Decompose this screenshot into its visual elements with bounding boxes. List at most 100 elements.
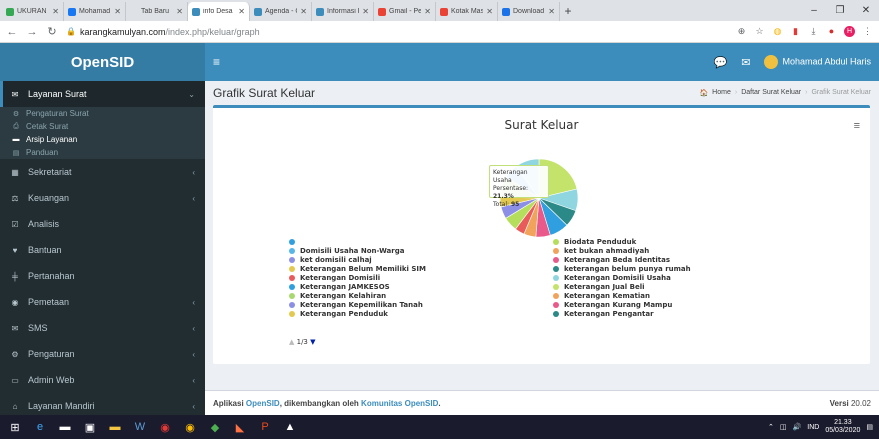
star-icon[interactable]: ☆ bbox=[754, 26, 765, 37]
sidebar-item-sekretariat[interactable]: ▦ Sekretariat ‹ bbox=[0, 159, 205, 185]
pager-up-icon[interactable]: ▲ bbox=[289, 338, 294, 346]
legend-item[interactable]: Keterangan JAMKESOS bbox=[289, 282, 426, 291]
sidebar-item-analisis[interactable]: ☑ Analisis bbox=[0, 211, 205, 237]
url-field[interactable]: 🔒 karangkamulyan.com/index.php/keluar/gr… bbox=[66, 27, 728, 37]
legend-item[interactable]: Keterangan Kepemilikan Tanah bbox=[289, 300, 426, 309]
browser-tab[interactable]: Kotak Mas ✕ bbox=[436, 2, 498, 21]
legend-item[interactable]: Keterangan Pengantar bbox=[553, 309, 691, 318]
extension-icon[interactable]: ◍ bbox=[772, 26, 783, 37]
browser-tab[interactable]: Mohamad ✕ bbox=[64, 2, 126, 21]
opera-icon[interactable]: ◉ bbox=[156, 419, 174, 435]
legend-item[interactable]: Biodata Penduduk bbox=[553, 237, 691, 246]
tab-label: Tab Baru bbox=[141, 8, 170, 15]
browser-tab[interactable]: Agenda - C ✕ bbox=[250, 2, 312, 21]
language-indicator[interactable]: IND bbox=[807, 424, 819, 431]
user-menu[interactable]: Mohamad Abdul Haris bbox=[764, 55, 871, 69]
extension-icon[interactable]: ▮ bbox=[790, 26, 801, 37]
photos-icon[interactable]: ▲ bbox=[281, 419, 299, 435]
legend-item[interactable]: ket domisili calhaj bbox=[289, 255, 426, 264]
legend-item[interactable] bbox=[289, 237, 426, 246]
pager-down-icon[interactable]: ▼ bbox=[310, 338, 315, 346]
reload-icon[interactable]: ↻ bbox=[46, 25, 58, 38]
browser-tab[interactable]: Informasi P ✕ bbox=[312, 2, 374, 21]
word-icon[interactable]: W bbox=[131, 419, 149, 435]
sidebar-item-bantuan[interactable]: ♥ Bantuan bbox=[0, 237, 205, 263]
breadcrumb-home[interactable]: Home bbox=[712, 89, 731, 97]
chrome-icon[interactable]: ◉ bbox=[181, 419, 199, 435]
forward-icon[interactable]: → bbox=[26, 26, 38, 38]
tray-chevron-icon[interactable]: ⌃ bbox=[768, 423, 774, 431]
footer-app-link[interactable]: OpenSID bbox=[246, 399, 280, 408]
tab-close-icon[interactable]: ✕ bbox=[300, 7, 307, 16]
new-tab-button[interactable]: + bbox=[560, 2, 576, 21]
windows-start-icon[interactable]: ⊞ bbox=[6, 419, 24, 435]
restore-icon[interactable]: ❐ bbox=[827, 5, 853, 16]
volume-icon[interactable]: 🔊 bbox=[793, 423, 802, 431]
folder-icon[interactable]: ▬ bbox=[56, 419, 74, 435]
sidebar-item-pengaturan[interactable]: ⚙ Pengaturan ‹ bbox=[0, 341, 205, 367]
download-icon[interactable]: ⤓ bbox=[808, 26, 819, 37]
tab-close-icon[interactable]: ✕ bbox=[486, 7, 493, 16]
submenu-item-pengaturan-surat[interactable]: ⚙ Pengaturan Surat bbox=[0, 107, 205, 120]
legend-item[interactable]: Keterangan Belum Memiliki SIM bbox=[289, 264, 426, 273]
tab-close-icon[interactable]: ✕ bbox=[52, 7, 59, 16]
explorer-icon[interactable]: ▬ bbox=[106, 419, 124, 435]
legend-item[interactable]: Keterangan Kelahiran bbox=[289, 291, 426, 300]
sidebar-item-layanan-surat[interactable]: ✉ Layanan Surat ⌄ bbox=[0, 81, 205, 107]
comment-icon[interactable]: 💬 bbox=[714, 56, 728, 69]
more-icon[interactable]: ⋮ bbox=[862, 26, 873, 37]
app-icon[interactable]: ◆ bbox=[206, 419, 224, 435]
tab-close-icon[interactable]: ✕ bbox=[114, 7, 121, 16]
legend-item[interactable]: Keterangan Kurang Mampu bbox=[553, 300, 691, 309]
sidebar-toggle-icon[interactable]: ≡ bbox=[213, 55, 220, 69]
legend-item[interactable]: Domisili Usaha Non-Warga bbox=[289, 246, 426, 255]
clock[interactable]: 21.33 05/03/2020 bbox=[825, 419, 860, 435]
legend-item[interactable]: Keterangan Jual Beli bbox=[553, 282, 691, 291]
browser-tab[interactable]: Download ✕ bbox=[498, 2, 560, 21]
extension-icon[interactable]: ● bbox=[826, 26, 837, 37]
close-window-icon[interactable]: ✕ bbox=[853, 5, 879, 16]
window-controls: – ❐ ✕ bbox=[801, 0, 879, 21]
url-path: /index.php/keluar/graph bbox=[165, 26, 260, 37]
sidebar-item-admin-web[interactable]: ▭ Admin Web ‹ bbox=[0, 367, 205, 393]
tab-close-icon[interactable]: ✕ bbox=[424, 7, 431, 16]
legend-item[interactable]: Keterangan Domisili Usaha bbox=[553, 273, 691, 282]
tab-close-icon[interactable]: ✕ bbox=[176, 7, 183, 16]
tab-close-icon[interactable]: ✕ bbox=[362, 7, 369, 16]
store-icon[interactable]: ▣ bbox=[81, 419, 99, 435]
footer-community-link[interactable]: Komunitas OpenSID bbox=[361, 399, 438, 408]
legend-item[interactable]: Keterangan Penduduk bbox=[289, 309, 426, 318]
notification-icon[interactable]: ▤ bbox=[866, 423, 873, 431]
sidebar-item-pertanahan[interactable]: ╪ Pertanahan bbox=[0, 263, 205, 289]
legend-item[interactable]: Keterangan Kematian bbox=[553, 291, 691, 300]
back-icon[interactable]: ← bbox=[6, 26, 18, 38]
powerpoint-icon[interactable]: P bbox=[256, 419, 274, 435]
browser-tab[interactable]: Tab Baru ✕ bbox=[126, 2, 188, 21]
legend-item[interactable]: Keterangan Beda Identitas bbox=[553, 255, 691, 264]
mail-icon[interactable]: ✉ bbox=[741, 56, 750, 69]
sidebar-item-sms[interactable]: ✉ SMS ‹ bbox=[0, 315, 205, 341]
chart-menu-icon[interactable]: ≡ bbox=[854, 120, 860, 132]
zoom-icon[interactable]: ⊕ bbox=[736, 26, 747, 37]
submenu-item-arsip-layanan[interactable]: ▬ Arsip Layanan bbox=[0, 133, 205, 146]
minimize-icon[interactable]: – bbox=[801, 5, 827, 16]
app-icon[interactable]: ◣ bbox=[231, 419, 249, 435]
sidebar-item-keuangan[interactable]: ⚖ Keuangan ‹ bbox=[0, 185, 205, 211]
submenu-item-cetak-surat[interactable]: ⎙ Cetak Surat bbox=[0, 120, 205, 133]
legend-item[interactable]: Keterangan Domisili bbox=[289, 273, 426, 282]
legend-item[interactable]: ket bukan ahmadiyah bbox=[553, 246, 691, 255]
browser-tab[interactable]: info Desa ✕ bbox=[188, 2, 250, 21]
sidebar-item-pemetaan[interactable]: ◉ Pemetaan ‹ bbox=[0, 289, 205, 315]
breadcrumb-daftar-surat-keluar[interactable]: Daftar Surat Keluar bbox=[741, 89, 801, 97]
profile-icon[interactable]: H bbox=[844, 26, 855, 37]
tab-close-icon[interactable]: ✕ bbox=[238, 7, 245, 16]
network-icon[interactable]: ◫ bbox=[780, 423, 787, 431]
edge-icon[interactable]: e bbox=[31, 419, 49, 435]
app-logo[interactable]: OpenSID bbox=[0, 43, 205, 81]
browser-tab[interactable]: UKURAN P✕ bbox=[2, 2, 64, 21]
browser-tab[interactable]: Gmail - Per ✕ bbox=[374, 2, 436, 21]
submenu-item-panduan[interactable]: ▤ Panduan bbox=[0, 146, 205, 159]
laptop-icon: ⌂ bbox=[12, 401, 18, 411]
legend-item[interactable]: keterangan belum punya rumah bbox=[553, 264, 691, 273]
tab-close-icon[interactable]: ✕ bbox=[548, 7, 555, 16]
